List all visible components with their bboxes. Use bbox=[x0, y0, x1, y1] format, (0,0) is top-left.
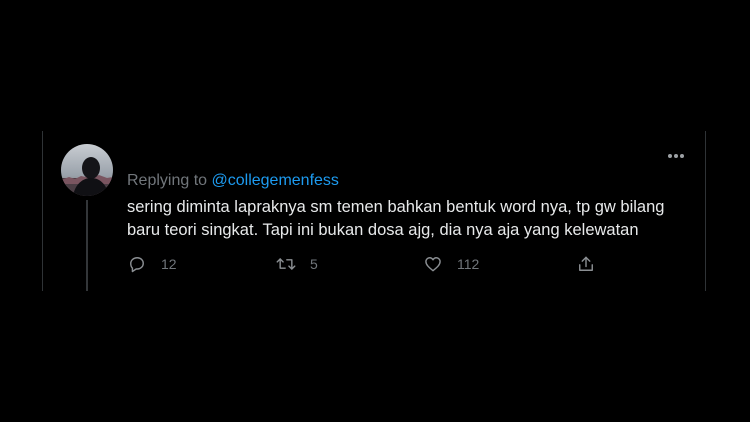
avatar[interactable] bbox=[61, 144, 113, 196]
share-button[interactable] bbox=[576, 254, 596, 274]
like-count: 112 bbox=[457, 256, 480, 272]
reply-button[interactable]: 12 bbox=[127, 254, 177, 274]
like-button[interactable]: 112 bbox=[423, 254, 479, 274]
more-horizontal-icon bbox=[668, 154, 684, 158]
heart-icon bbox=[425, 257, 441, 272]
retweet-icon bbox=[276, 258, 296, 270]
replying-to: Replying to @collegemenfess bbox=[127, 172, 339, 190]
tweet-text: sering diminta lapraknya sm temen bahkan… bbox=[127, 196, 697, 242]
more-options-button[interactable] bbox=[664, 147, 690, 165]
mention-link[interactable]: @collegemenfess bbox=[212, 172, 339, 189]
retweet-count: 5 bbox=[310, 256, 318, 272]
share-upload-icon bbox=[579, 256, 593, 271]
replying-to-label: Replying to bbox=[127, 172, 208, 189]
reply-count: 12 bbox=[161, 256, 177, 272]
avatar-image bbox=[61, 144, 113, 196]
comment-bubble-icon bbox=[130, 257, 144, 273]
retweet-button[interactable]: 5 bbox=[275, 254, 318, 274]
tweet-text-line: baru teori singkat. Tapi ini bukan dosa … bbox=[127, 221, 639, 239]
tweet-text-line: sering diminta lapraknya sm temen bahkan… bbox=[127, 198, 665, 216]
thread-line bbox=[86, 200, 88, 291]
